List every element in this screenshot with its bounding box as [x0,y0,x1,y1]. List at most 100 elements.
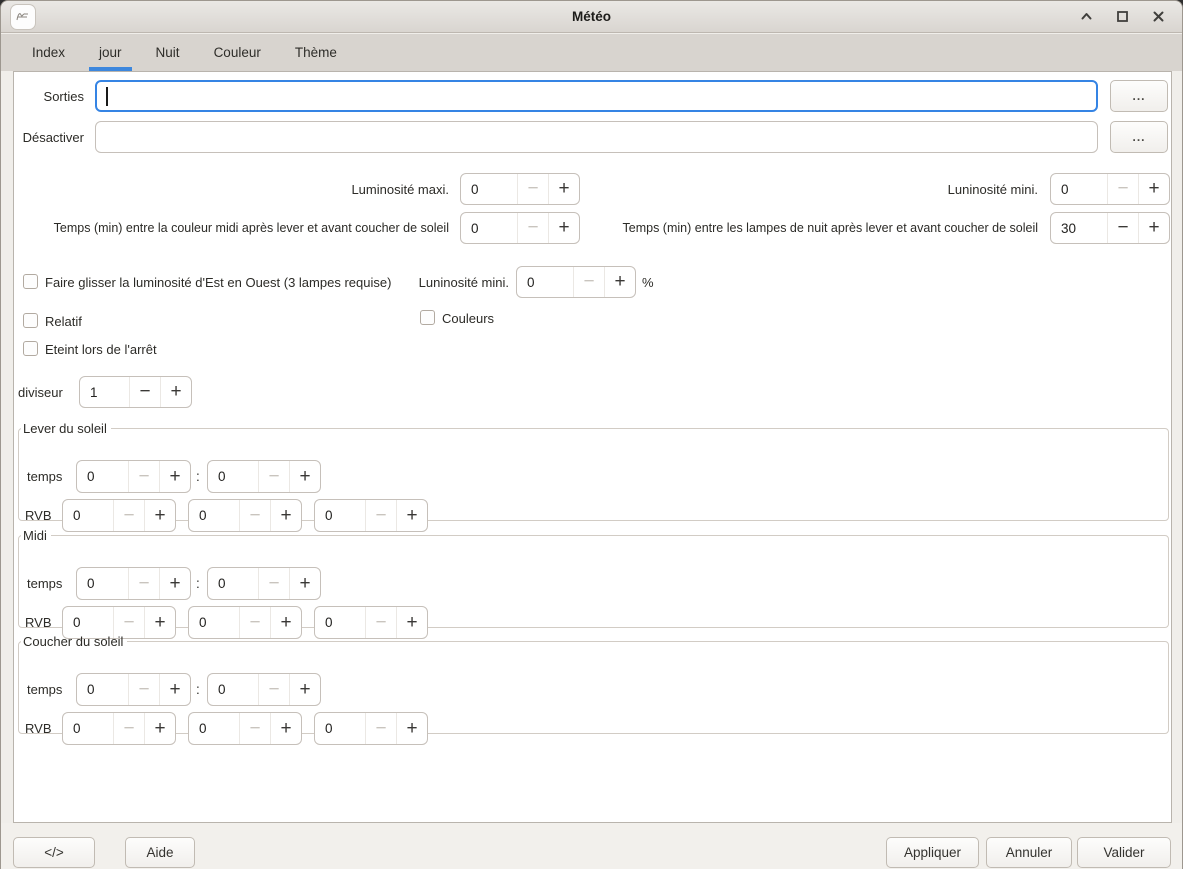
plus-icon[interactable]: + [548,174,579,204]
minus-icon[interactable]: − [573,267,604,297]
temps-lampes-label: Temps (min) entre les lampes de nuit apr… [623,212,1038,244]
group-midi-title: Midi [21,528,51,543]
coucher-bleu-value[interactable]: 0 [315,713,365,744]
minus-icon[interactable]: − [113,500,144,531]
aide-button[interactable]: Aide [125,837,195,868]
relatif-checkbox[interactable] [23,313,38,328]
tab-index[interactable]: Index [22,34,75,71]
maximize-icon [1116,10,1129,23]
minus-icon[interactable]: − [113,713,144,744]
plus-icon[interactable]: + [604,267,635,297]
annuler-button[interactable]: Annuler [986,837,1072,868]
minus-icon[interactable]: − [258,461,289,492]
shade-window-button[interactable] [1078,9,1094,25]
tab-theme[interactable]: Thème [285,34,347,71]
lever-bleu-value[interactable]: 0 [315,500,365,531]
midi-minute-spinner: 0 − + [207,567,321,600]
valider-button[interactable]: Valider [1077,837,1171,868]
plus-icon[interactable]: + [396,713,427,744]
lum-mini-pct-value[interactable]: 0 [517,267,573,297]
lever-minute-spinner: 0 − + [207,460,321,493]
temps-lampes-value[interactable]: 30 [1051,213,1107,243]
plus-icon[interactable]: + [159,568,190,599]
plus-icon[interactable]: + [289,568,320,599]
lever-vert-value[interactable]: 0 [189,500,239,531]
desactiver-browse-button[interactable]: ... [1110,121,1168,153]
eteint-label: Eteint lors de l'arrêt [45,333,157,365]
maximize-window-button[interactable] [1114,9,1130,25]
tab-couleur[interactable]: Couleur [204,34,271,71]
minus-icon[interactable]: − [258,674,289,705]
lum-mini-value[interactable]: 0 [1051,174,1107,204]
plus-icon[interactable]: + [160,377,191,407]
lever-minute-value[interactable]: 0 [208,461,258,492]
sorties-input[interactable] [95,80,1098,112]
plus-icon[interactable]: + [1138,213,1169,243]
minus-icon[interactable]: − [1107,174,1138,204]
sorties-browse-button[interactable]: ... [1110,80,1168,112]
group-lever-du-soleil: Lever du soleil temps 0 − + : 0 − + RVB … [18,421,1169,521]
plus-icon[interactable]: + [270,713,301,744]
plus-icon[interactable]: + [159,674,190,705]
desactiver-label: Désactiver [23,121,84,153]
tab-panel-jour: Sorties ... Désactiver ... Luminosité ma… [13,71,1172,823]
plus-icon[interactable]: + [396,500,427,531]
midi-minute-value[interactable]: 0 [208,568,258,599]
plus-icon[interactable]: + [144,713,175,744]
chevron-up-icon [1080,10,1093,23]
coucher-vert-value[interactable]: 0 [189,713,239,744]
temps-label: temps [27,460,62,493]
minus-icon[interactable]: − [365,713,396,744]
tab-jour[interactable]: jour [89,34,132,71]
plus-icon[interactable]: + [289,674,320,705]
window-controls [1078,9,1172,25]
diviseur-value[interactable]: 1 [80,377,129,407]
app-icon[interactable] [11,5,35,29]
lum-mini-pct-spinner: 0 − + [516,266,636,298]
plus-icon[interactable]: + [144,500,175,531]
plus-icon[interactable]: + [270,500,301,531]
couleurs-checkbox[interactable] [420,310,435,325]
minus-icon[interactable]: − [365,500,396,531]
midi-heure-spinner: 0 − + [76,567,191,600]
group-coucher-title: Coucher du soleil [21,634,127,649]
glisser-label: Faire glisser la luminosité d'Est en Oue… [45,266,391,298]
close-window-button[interactable] [1150,9,1166,25]
coucher-rouge-spinner: 0 − + [62,712,176,745]
colon-separator: : [196,567,200,600]
diviseur-label: diviseur [18,376,63,408]
minus-icon[interactable]: − [239,500,270,531]
lum-maxi-value[interactable]: 0 [461,174,517,204]
glisser-checkbox[interactable] [23,274,38,289]
appliquer-button[interactable]: Appliquer [886,837,979,868]
minus-icon[interactable]: − [129,377,160,407]
plus-icon[interactable]: + [1138,174,1169,204]
temps-couleur-spinner: 0 − + [460,212,580,244]
minus-icon[interactable]: − [517,213,548,243]
lum-mini-label: Luninosité mini. [948,173,1038,205]
midi-heure-value[interactable]: 0 [77,568,128,599]
plus-icon[interactable]: + [159,461,190,492]
eteint-checkbox[interactable] [23,341,38,356]
desactiver-input[interactable] [95,121,1098,153]
temps-label: temps [27,567,62,600]
lever-rouge-value[interactable]: 0 [63,500,113,531]
minus-icon[interactable]: − [128,674,159,705]
minus-icon[interactable]: − [258,568,289,599]
lever-heure-value[interactable]: 0 [77,461,128,492]
coucher-minute-value[interactable]: 0 [208,674,258,705]
temps-couleur-value[interactable]: 0 [461,213,517,243]
close-icon [1152,10,1165,23]
coucher-rouge-value[interactable]: 0 [63,713,113,744]
minus-icon[interactable]: − [239,713,270,744]
minus-icon[interactable]: − [517,174,548,204]
plus-icon[interactable]: + [289,461,320,492]
sorties-label: Sorties [44,80,84,112]
code-button[interactable]: </> [13,837,95,868]
minus-icon[interactable]: − [128,461,159,492]
minus-icon[interactable]: − [1107,213,1138,243]
coucher-heure-value[interactable]: 0 [77,674,128,705]
tab-nuit[interactable]: Nuit [146,34,190,71]
minus-icon[interactable]: − [128,568,159,599]
plus-icon[interactable]: + [548,213,579,243]
